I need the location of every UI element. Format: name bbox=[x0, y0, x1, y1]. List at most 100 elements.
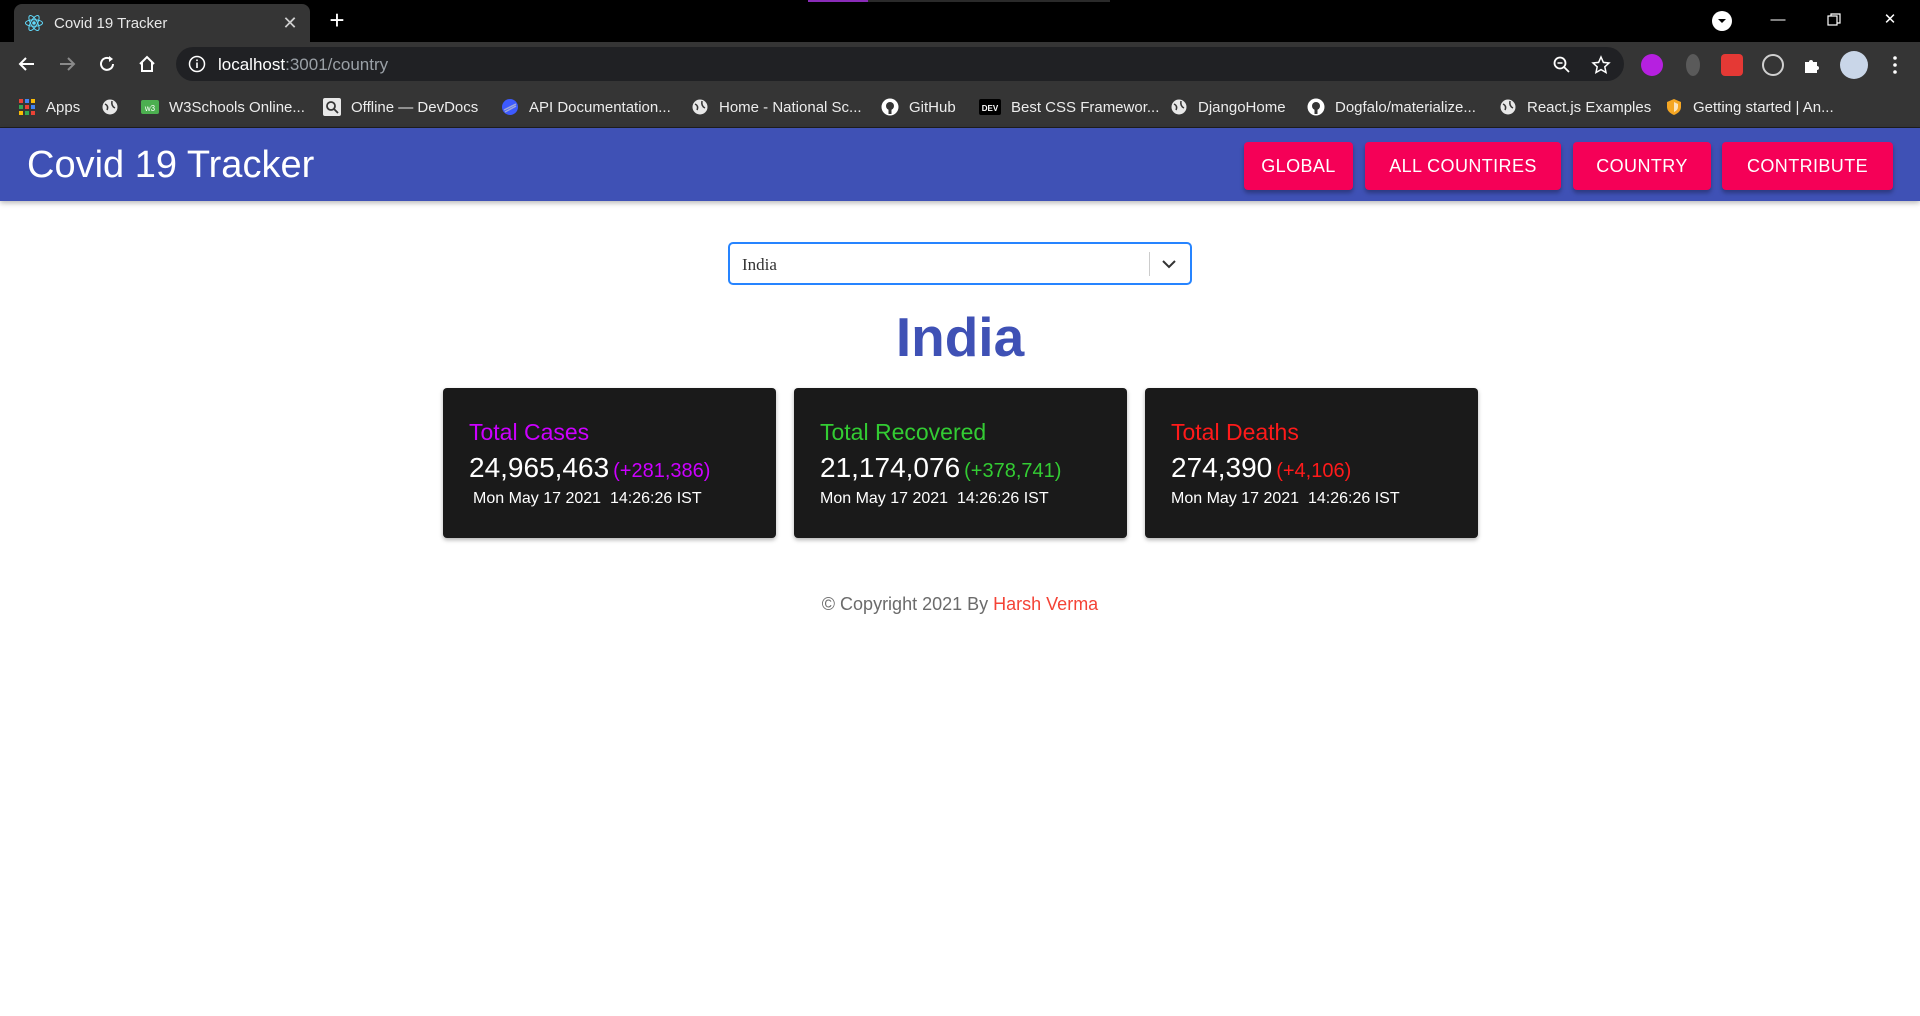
bookmark-label: DjangoHome bbox=[1198, 98, 1286, 116]
card-value-line: 21,174,076 (+378,741) bbox=[820, 452, 1061, 484]
total-cases-card: Total Cases 24,965,463 (+281,386) Mon May… bbox=[443, 388, 776, 538]
bookmark-label: GitHub bbox=[909, 98, 956, 116]
more-menu-icon[interactable] bbox=[1884, 54, 1906, 76]
star-icon[interactable] bbox=[1591, 55, 1611, 75]
card-delta: (+4,106) bbox=[1276, 460, 1352, 482]
url-text[interactable]: localhost:3001/country bbox=[218, 55, 388, 75]
total-deaths-card: Total Deaths 274,390 (+4,106) Mon May 17 … bbox=[1145, 388, 1478, 538]
github-icon bbox=[881, 98, 899, 116]
select-separator bbox=[1149, 252, 1150, 276]
card-label: Total Cases bbox=[469, 419, 590, 445]
chevron-down-icon[interactable] bbox=[1158, 254, 1180, 274]
card-value-line: 24,965,463 (+281,386) bbox=[469, 452, 710, 484]
bookmark-label: Home - National Sc... bbox=[719, 98, 862, 116]
bookmark-label: Offline — DevDocs bbox=[351, 98, 479, 116]
back-icon[interactable] bbox=[14, 51, 40, 77]
reload-icon[interactable] bbox=[94, 51, 120, 77]
bookmark-materialize[interactable]: Dogfalo/materialize... bbox=[1307, 96, 1476, 118]
app-title: Covid 19 Tracker bbox=[27, 144, 315, 186]
bookmark-label: Best CSS Framewor... bbox=[1011, 98, 1160, 116]
bookmark-globe[interactable] bbox=[101, 96, 129, 118]
bookmark-devdocs[interactable]: Offline — DevDocs bbox=[323, 96, 478, 118]
apps-grid-icon bbox=[19, 99, 35, 115]
devdocs-icon bbox=[323, 98, 341, 116]
card-label: Total Deaths bbox=[1171, 419, 1299, 445]
url-host: localhost bbox=[218, 55, 286, 74]
extension-grey-icon[interactable] bbox=[1686, 54, 1700, 76]
tab-search-icon[interactable] bbox=[1712, 11, 1732, 31]
card-label: Total Recovered bbox=[820, 419, 987, 445]
react-icon bbox=[25, 14, 43, 32]
w3schools-icon: w3 bbox=[141, 100, 159, 114]
shield-icon bbox=[1667, 99, 1681, 115]
globe-icon bbox=[1171, 99, 1187, 115]
api-docs-icon bbox=[502, 99, 518, 115]
card-value: 274,390 bbox=[1171, 452, 1273, 483]
tab-close-icon[interactable]: ✕ bbox=[280, 13, 300, 33]
country-select[interactable]: India bbox=[728, 242, 1192, 285]
card-date: Mon May 17 2021 14:26:26 IST bbox=[820, 490, 1049, 507]
bookmarks-bar: Apps w3 W3Schools Online... Offline — De… bbox=[0, 86, 1920, 128]
bookmark-label: API Documentation... bbox=[529, 98, 671, 116]
bookmark-apps[interactable]: Apps bbox=[18, 96, 80, 118]
minimize-icon[interactable]: — bbox=[1756, 6, 1800, 34]
globe-icon bbox=[1500, 99, 1516, 115]
bookmark-national-sc[interactable]: Home - National Sc... bbox=[691, 96, 862, 118]
new-tab-icon[interactable]: + bbox=[324, 7, 350, 34]
country-select-value: India bbox=[742, 255, 777, 274]
author-link[interactable]: Harsh Verma bbox=[993, 594, 1098, 614]
footer: © Copyright 2021 By Harsh Verma bbox=[0, 594, 1920, 615]
bookmark-best-css[interactable]: DEV Best CSS Framewor... bbox=[979, 96, 1159, 118]
tab-strip-accent-purple bbox=[808, 0, 868, 2]
avatar[interactable] bbox=[1840, 51, 1868, 79]
card-delta: (+281,386) bbox=[613, 460, 711, 482]
url-path: :3001/country bbox=[285, 55, 389, 74]
tab-title: Covid 19 Tracker bbox=[54, 15, 168, 32]
forward-icon[interactable] bbox=[54, 51, 80, 77]
card-delta: (+378,741) bbox=[964, 460, 1062, 482]
svg-text:DEV: DEV bbox=[982, 104, 999, 113]
zoom-icon[interactable] bbox=[1552, 55, 1572, 75]
address-bar[interactable]: localhost:3001/country bbox=[176, 47, 1624, 81]
copyright-text: © Copyright 2021 By bbox=[821, 594, 989, 614]
restore-icon[interactable] bbox=[1812, 6, 1856, 34]
bookmark-getting-started[interactable]: Getting started | An... bbox=[1665, 96, 1834, 118]
bookmark-djangohome[interactable]: DjangoHome bbox=[1170, 96, 1286, 118]
puzzle-icon[interactable] bbox=[1801, 54, 1823, 76]
nav-all-countries-button[interactable]: ALL COUNTIRES bbox=[1365, 142, 1561, 190]
card-date: Mon May 17 2021 14:26:26 IST bbox=[473, 490, 702, 507]
extension-circle-icon[interactable] bbox=[1762, 54, 1784, 76]
card-value-line: 274,390 (+4,106) bbox=[1171, 452, 1351, 484]
card-value: 24,965,463 bbox=[469, 452, 610, 483]
card-date: Mon May 17 2021 14:26:26 IST bbox=[1171, 490, 1400, 507]
browser-toolbar: localhost:3001/country bbox=[0, 42, 1920, 86]
github-icon bbox=[1307, 98, 1325, 116]
card-value: 21,174,076 bbox=[820, 452, 961, 483]
svg-text:w3: w3 bbox=[144, 104, 156, 113]
bookmark-reactjs-examples[interactable]: React.js Examples bbox=[1499, 96, 1651, 118]
country-heading: India bbox=[895, 306, 1025, 368]
dev-icon: DEV bbox=[979, 99, 1001, 115]
browser-tab[interactable]: Covid 19 Tracker ✕ bbox=[14, 4, 310, 42]
app-bar: Covid 19 Tracker GLOBAL ALL COUNTIRES CO… bbox=[0, 128, 1920, 201]
bookmark-label: W3Schools Online... bbox=[169, 98, 305, 116]
globe-icon bbox=[692, 99, 708, 115]
bookmark-label: React.js Examples bbox=[1527, 98, 1652, 116]
tab-strip: Covid 19 Tracker ✕ + — ✕ bbox=[0, 0, 1920, 42]
bookmark-label: Dogfalo/materialize... bbox=[1335, 98, 1476, 116]
nav-contribute-button[interactable]: CONTRIBUTE bbox=[1722, 142, 1893, 190]
extension-purple-icon[interactable] bbox=[1641, 54, 1663, 76]
home-icon[interactable] bbox=[134, 51, 160, 77]
total-recovered-card: Total Recovered 21,174,076 (+378,741) Mon… bbox=[794, 388, 1127, 538]
bookmark-w3schools[interactable]: w3 W3Schools Online... bbox=[141, 96, 305, 118]
bookmark-api-docs[interactable]: API Documentation... bbox=[501, 96, 671, 118]
nav-global-button[interactable]: GLOBAL bbox=[1244, 142, 1353, 190]
info-icon[interactable] bbox=[188, 55, 206, 73]
extension-red-icon[interactable] bbox=[1721, 54, 1743, 76]
bookmark-label: Apps bbox=[46, 98, 81, 116]
close-window-icon[interactable]: ✕ bbox=[1868, 6, 1912, 34]
globe-icon bbox=[102, 99, 118, 115]
nav-country-button[interactable]: COUNTRY bbox=[1573, 142, 1711, 190]
bookmark-label: Getting started | An... bbox=[1693, 98, 1834, 116]
bookmark-github[interactable]: GitHub bbox=[881, 96, 956, 118]
